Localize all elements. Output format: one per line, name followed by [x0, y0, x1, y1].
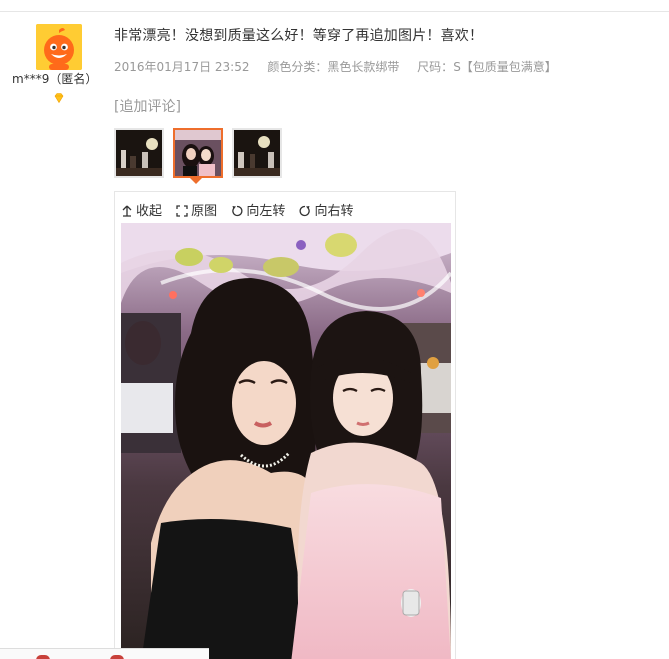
thumbnail-1[interactable]	[114, 128, 164, 178]
append-comment-title: [追加评论]	[114, 99, 181, 115]
diamond-level-icon	[54, 93, 64, 104]
heart-icon	[110, 655, 124, 659]
top-divider	[0, 0, 669, 12]
review-photo	[121, 223, 451, 659]
size-label: 尺码：	[417, 60, 454, 74]
rotate-right-icon	[300, 205, 311, 217]
review-page: m***9（匿名） 非常漂亮！没想到质量这么好！等穿了再追加图片！喜欢！ 201…	[0, 0, 669, 659]
original-image-label: 原图	[191, 204, 218, 219]
selected-thumbnail-arrow	[190, 178, 202, 184]
thumbnail-3[interactable]	[232, 128, 282, 178]
rotate-left-label: 向左转	[246, 204, 286, 219]
thumbnail-2[interactable]	[173, 128, 223, 178]
collapse-label: 收起	[136, 204, 163, 219]
comment-text: 非常漂亮！没想到质量这么好！等穿了再追加图片！喜欢！	[114, 28, 484, 44]
rotate-right-label: 向右转	[314, 204, 354, 219]
rotate-left-icon	[232, 205, 243, 217]
orange-mascot-icon	[36, 24, 82, 70]
viewer-toolbar: 收起 原图 向左转 向右转	[121, 200, 363, 219]
comment-meta: 2016年01月17日 23:52 颜色分类：黑色长款绑带 尺码：S【包质量包满…	[114, 58, 571, 75]
color-value: 黑色长款绑带	[327, 60, 400, 74]
collapse-button[interactable]: 收起	[121, 200, 162, 219]
color-label: 颜色分类：	[267, 60, 328, 74]
comment-date: 2016年01月17日 23:52	[114, 60, 250, 74]
thumbnail-image	[234, 130, 280, 176]
arrow-up-icon	[122, 205, 132, 217]
heart-icon	[36, 655, 50, 659]
expand-icon	[176, 205, 188, 217]
thumbnail-image	[175, 130, 221, 176]
size-value: S【包质量包满意】	[453, 60, 557, 74]
original-image-button[interactable]: 原图	[176, 200, 217, 219]
review-photo-image	[121, 223, 451, 659]
rotate-right-button[interactable]: 向右转	[299, 200, 353, 219]
bottom-toolbar-edge	[0, 648, 209, 659]
rotate-left-button[interactable]: 向左转	[231, 200, 285, 219]
user-avatar[interactable]	[36, 24, 82, 70]
image-viewer: 收起 原图 向左转 向右转	[114, 191, 456, 659]
thumbnail-image	[116, 130, 162, 176]
user-name: m***9（匿名）	[12, 72, 98, 86]
